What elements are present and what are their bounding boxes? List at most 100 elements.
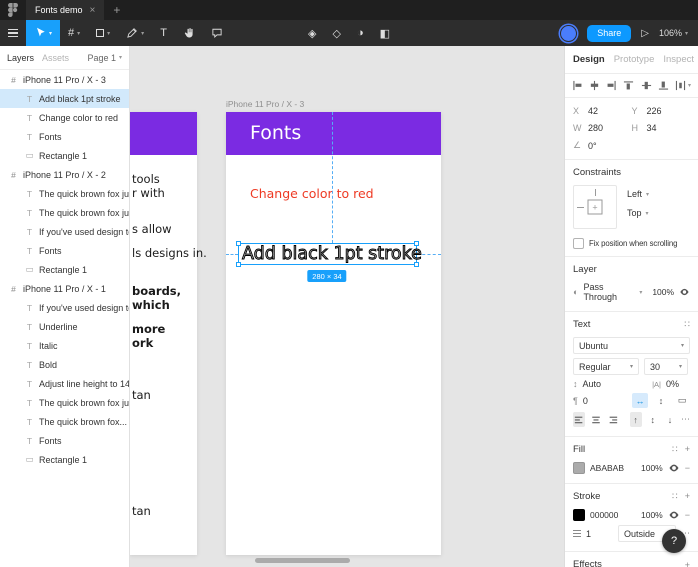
text-align-left-button[interactable]: [573, 412, 586, 427]
page-selector[interactable]: Page 1 ▾: [87, 53, 122, 63]
blend-mode-select[interactable]: Pass Through: [583, 282, 634, 302]
text-tool-button[interactable]: T: [152, 20, 175, 46]
stroke-styles-icon[interactable]: ∷: [672, 491, 678, 502]
layer-row[interactable]: TThe quick brown fox jumped.....: [0, 393, 129, 412]
add-effect-icon[interactable]: +: [685, 560, 690, 567]
instance-icon[interactable]: ◇: [332, 27, 340, 40]
layer-row[interactable]: TThe quick brown fox jumped....: [0, 184, 129, 203]
frame-title-text[interactable]: Fonts: [250, 112, 301, 155]
layer-row-frame[interactable]: # iPhone 11 Pro / X - 3: [0, 70, 129, 89]
line-height-input[interactable]: Auto: [583, 379, 602, 389]
move-tool-button[interactable]: ▾: [26, 20, 61, 46]
stroke-opacity-input[interactable]: 100%: [641, 510, 663, 520]
layer-row[interactable]: T Fonts: [0, 127, 129, 146]
layer-row[interactable]: T Fonts: [0, 431, 129, 450]
chevron-down-icon[interactable]: ▾: [141, 30, 144, 37]
fill-color-swatch[interactable]: [573, 462, 585, 474]
frame-iphone-3[interactable]: Fonts Change color to red Add black 1pt …: [226, 112, 441, 555]
x-field[interactable]: X 42: [573, 106, 632, 116]
add-stroke-icon[interactable]: +: [685, 491, 690, 502]
document-tab[interactable]: Fonts demo ×: [26, 0, 105, 20]
font-family-select[interactable]: Ubuntu ▾: [573, 337, 690, 354]
frame-label[interactable]: iPhone 11 Pro / X - 3: [226, 99, 304, 109]
constraints-center-icon[interactable]: +: [587, 199, 603, 215]
layer-row[interactable]: TAdjust line height to 140% an...: [0, 374, 129, 393]
stroke-weight-input[interactable]: 1: [586, 529, 591, 539]
chevron-down-icon[interactable]: ▾: [49, 30, 52, 37]
new-tab-button[interactable]: +: [104, 0, 129, 20]
eye-icon[interactable]: [668, 509, 680, 521]
canvas[interactable]: tools r with s allow ls designs in. boar…: [130, 46, 564, 567]
font-size-select[interactable]: 30 ▾: [644, 358, 688, 375]
tab-layers[interactable]: Layers: [7, 53, 34, 63]
text-valign-top-button[interactable]: ↑: [629, 412, 642, 427]
fill-hex-input[interactable]: ABABAB: [590, 463, 624, 473]
fill-styles-icon[interactable]: ∷: [672, 444, 678, 455]
chevron-down-icon[interactable]: ▾: [77, 30, 80, 37]
eye-icon[interactable]: [668, 462, 680, 474]
layer-row-frame[interactable]: # iPhone 11 Pro / X - 2: [0, 165, 129, 184]
selected-text-layer[interactable]: Add black 1pt stroke: [242, 244, 423, 265]
help-button[interactable]: ?: [662, 529, 686, 553]
vertical-constraint-select[interactable]: Top ▾: [627, 208, 649, 218]
align-top-icon[interactable]: [623, 80, 634, 91]
height-field[interactable]: H 34: [632, 123, 691, 133]
fixed-size-button[interactable]: ▭: [674, 393, 690, 408]
selection-handle-sw[interactable]: [236, 262, 241, 267]
font-weight-select[interactable]: Regular ▾: [573, 358, 639, 375]
selection-box[interactable]: Add black 1pt stroke: [236, 241, 422, 267]
layer-row[interactable]: TIf you've used design tools be...: [0, 222, 129, 241]
tab-inspect[interactable]: Inspect: [663, 54, 694, 65]
layer-row[interactable]: ▭ Rectangle 1: [0, 146, 129, 165]
comment-tool-button[interactable]: [203, 20, 231, 46]
add-fill-icon[interactable]: +: [685, 444, 690, 455]
boolean-icon[interactable]: ◧: [380, 27, 390, 40]
paragraph-spacing-input[interactable]: 0: [583, 396, 588, 406]
remove-fill-icon[interactable]: −: [685, 463, 690, 473]
close-tab-icon[interactable]: ×: [90, 5, 96, 16]
selection-handle-se[interactable]: [414, 262, 419, 267]
selection-handle-nw[interactable]: [236, 241, 241, 246]
left-constraint-tick[interactable]: [577, 207, 584, 209]
text-styles-icon[interactable]: ∷: [684, 319, 690, 330]
layer-row-selected[interactable]: T Add black 1pt stroke: [0, 89, 129, 108]
share-button[interactable]: Share: [587, 24, 632, 42]
y-field[interactable]: Y 226: [632, 106, 691, 116]
pen-tool-button[interactable]: ▾: [118, 20, 152, 46]
chevron-down-icon[interactable]: ▾: [639, 289, 642, 296]
fix-position-checkbox[interactable]: Fix position when scrolling: [573, 235, 690, 249]
align-horizontal-center-icon[interactable]: [589, 80, 600, 91]
letter-spacing-input[interactable]: 0%: [666, 379, 679, 389]
figma-logo[interactable]: [0, 0, 26, 20]
text-valign-bottom-button[interactable]: ↓: [664, 412, 676, 427]
layer-row[interactable]: TIf you've used design tools be...: [0, 298, 129, 317]
remove-stroke-icon[interactable]: −: [685, 510, 690, 520]
layer-row-frame[interactable]: # iPhone 11 Pro / X - 1: [0, 279, 129, 298]
auto-height-button[interactable]: ↕: [653, 393, 669, 408]
checkbox-icon[interactable]: [573, 238, 584, 249]
hand-tool-button[interactable]: [175, 20, 203, 46]
auto-width-button[interactable]: ↔: [632, 393, 648, 408]
layer-opacity-input[interactable]: 100%: [652, 287, 674, 297]
avatar[interactable]: [560, 24, 578, 42]
layer-row[interactable]: T Underline: [0, 317, 129, 336]
shape-tool-button[interactable]: ▾: [88, 20, 118, 46]
frame-iphone-2[interactable]: tools r with s allow ls designs in. boar…: [130, 112, 207, 555]
align-vertical-center-icon[interactable]: [641, 80, 652, 91]
text-align-right-button[interactable]: [607, 412, 619, 427]
align-left-icon[interactable]: [572, 80, 583, 91]
layer-row[interactable]: ▭ Rectangle 1: [0, 260, 129, 279]
red-text-layer[interactable]: Change color to red: [250, 186, 374, 201]
text-valign-middle-button[interactable]: ↕: [647, 412, 659, 427]
tab-design[interactable]: Design: [573, 54, 605, 65]
constraints-diagram[interactable]: +: [573, 185, 617, 229]
eye-icon[interactable]: [679, 286, 690, 298]
component-icon[interactable]: ◈: [308, 27, 316, 40]
align-bottom-icon[interactable]: [658, 80, 669, 91]
present-icon[interactable]: ▷: [641, 28, 649, 39]
main-menu-button[interactable]: [0, 20, 26, 46]
zoom-control[interactable]: 106% ▾: [659, 28, 688, 38]
layer-row[interactable]: T The quick brown fox...: [0, 412, 129, 431]
frame-tool-button[interactable]: # ▾: [60, 20, 88, 46]
stroke-hex-input[interactable]: 000000: [590, 510, 618, 520]
